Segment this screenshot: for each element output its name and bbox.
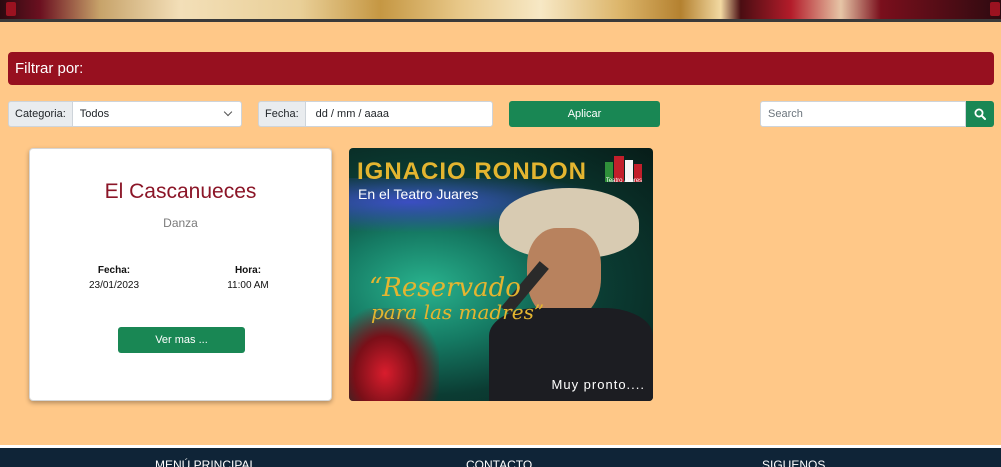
theater-logo-text: Teatro Juares [605, 178, 643, 184]
event-date-value: 23/01/2023 [88, 280, 140, 291]
event-time: Hora: 11:00 AM [188, 265, 308, 291]
banner-ornament [990, 2, 1000, 16]
apply-button[interactable]: Aplicar [509, 101, 660, 127]
footer: MENÚ PRINCIPAL CONTACTO SIGUENOS [0, 445, 1001, 467]
event-poster[interactable]: IGNACIO RONDON En el Teatro Juares “Rese… [349, 148, 653, 401]
footer-contact-heading: CONTACTO [466, 458, 533, 467]
poster-title: IGNACIO RONDON [357, 158, 587, 185]
event-category: Danza [163, 216, 198, 230]
category-select-value: Todos [79, 108, 110, 120]
event-time-label: Hora: [234, 265, 262, 276]
category-label: Categoria: [8, 101, 72, 127]
filter-bar: Filtrar por: [8, 52, 994, 85]
banner-strip [0, 19, 1001, 22]
date-input-placeholder: dd / mm / aaaa [315, 108, 390, 120]
search-button[interactable] [966, 101, 994, 127]
top-banner [0, 0, 1001, 22]
category-filter: Categoria: Todos [8, 101, 242, 127]
poster-tagline-line2: para las madres” [371, 300, 545, 324]
event-title: El Cascanueces [104, 180, 257, 203]
poster-subtitle: En el Teatro Juares [358, 186, 479, 202]
event-time-value: 11:00 AM [227, 280, 269, 291]
search-input[interactable]: Search [760, 101, 966, 127]
more-info-button[interactable]: Ver mas ... [118, 327, 245, 353]
date-filter: Fecha: dd / mm / aaaa [258, 101, 493, 127]
event-date: Fecha: 23/01/2023 [54, 265, 174, 291]
category-select[interactable]: Todos [71, 101, 242, 127]
search-placeholder: Search [768, 108, 803, 120]
footer-follow-heading: SIGUENOS [762, 458, 826, 467]
search-icon [974, 108, 986, 120]
event-date-label: Fecha: [97, 265, 131, 276]
date-label: Fecha: [258, 101, 305, 127]
poster-tagline-line1: “Reservado [369, 273, 521, 303]
filter-title: Filtrar por: [15, 60, 84, 77]
footer-menu-heading: MENÚ PRINCIPAL [155, 458, 257, 467]
chevron-down-icon [223, 107, 233, 117]
banner-ornament [6, 2, 16, 16]
date-input[interactable]: dd / mm / aaaa [304, 101, 493, 127]
poster-coming-soon: Muy pronto.... [551, 377, 645, 392]
event-card: El Cascanueces Danza Fecha: 23/01/2023 H… [29, 148, 332, 401]
